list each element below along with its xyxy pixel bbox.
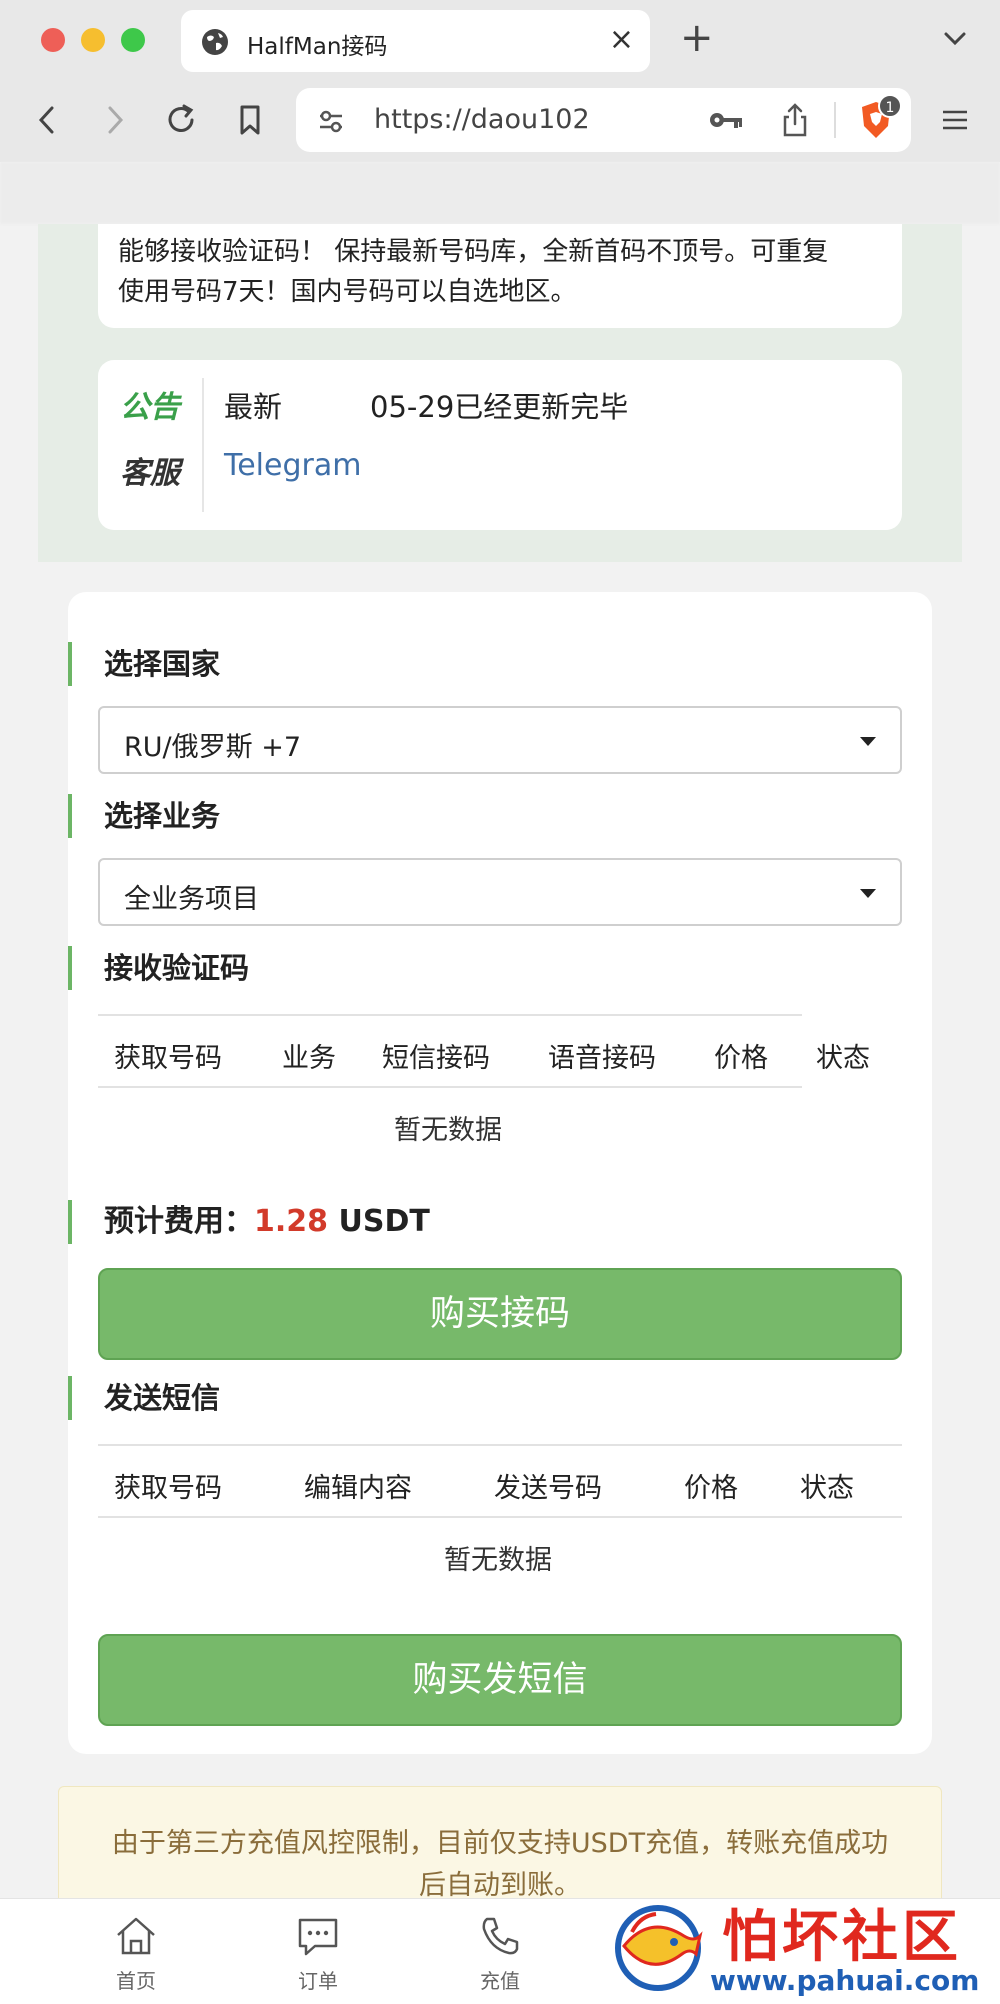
country-select-value: RU/俄罗斯 +7 <box>124 732 302 763</box>
send-section-title: 发送短信 <box>68 1376 220 1420</box>
th-voice-code: 语音接码 <box>548 1043 656 1074</box>
telegram-link[interactable]: Telegram <box>224 448 361 483</box>
browser-tab[interactable]: HalfMan接码 × <box>181 10 650 72</box>
service-select[interactable]: 全业务项目 <box>98 858 902 926</box>
send-empty-text: 暂无数据 <box>444 1545 552 1576</box>
chat-icon <box>298 1918 338 1956</box>
notice-key-announcement: 公告 <box>120 390 180 425</box>
fish-logo-icon <box>615 1905 703 1991</box>
warning-line-1: 由于第三方充值风控限制，目前仅支持USDT充值，转账充值成功 <box>111 1828 889 1859</box>
blurred-header <box>0 162 1000 224</box>
share-icon[interactable] <box>780 102 810 138</box>
receive-section-title: 接收验证码 <box>68 946 249 990</box>
new-tab-button[interactable]: + <box>680 14 714 62</box>
th-status: 状态 <box>800 1473 854 1504</box>
window-minimize-button[interactable] <box>81 28 105 52</box>
tab-recharge[interactable]: 充值 <box>430 1899 570 2004</box>
tab-close-icon[interactable]: × <box>609 22 634 58</box>
address-separator <box>834 102 836 138</box>
globe-icon <box>202 29 228 55</box>
th-get-number: 获取号码 <box>114 1473 222 1504</box>
notice-divider <box>202 378 204 512</box>
site-settings-icon[interactable] <box>316 106 346 136</box>
th-sms-code: 短信接码 <box>382 1043 490 1074</box>
watermark-url: www.pahuai.com <box>710 1964 980 1997</box>
address-bar[interactable]: https://daou102 1 <box>296 88 911 152</box>
bookmark-icon[interactable] <box>228 98 272 142</box>
watermark-title: 怕坏社区 <box>722 1904 962 1970</box>
tab-orders-label: 订单 <box>298 1969 338 1993</box>
reload-icon[interactable] <box>160 98 204 142</box>
country-section-title: 选择国家 <box>68 642 220 686</box>
key-icon[interactable] <box>708 108 744 132</box>
tab-orders[interactable]: 订单 <box>248 1899 388 2004</box>
home-icon <box>117 1917 155 1955</box>
th-status: 状态 <box>816 1043 870 1074</box>
th-get-number: 获取号码 <box>114 1043 222 1074</box>
country-select[interactable]: RU/俄罗斯 +7 <box>98 706 902 774</box>
intro-line-2: 使用号码7天！国内号码可以自选地区。 <box>118 277 577 307</box>
buy-sms-button[interactable]: 购买发短信 <box>98 1634 902 1726</box>
brave-badge: 1 <box>878 94 902 118</box>
notice-latest-label: 最新 <box>224 390 283 424</box>
tab-home-label: 首页 <box>116 1969 156 1993</box>
th-price: 价格 <box>684 1473 738 1504</box>
send-table-header: 获取号码 编辑内容 发送号码 价格 状态 <box>98 1444 902 1518</box>
notice-card: 公告 客服 最新 05-29已经更新完毕 Telegram <box>98 360 902 530</box>
intro-card: 能够接收验证码！ 保持最新号码库，全新首码不顶号。可重复 使用号码7天！国内号码… <box>98 224 902 328</box>
menu-icon[interactable] <box>940 106 970 134</box>
back-icon[interactable] <box>26 98 70 142</box>
main-card: 选择国家 RU/俄罗斯 +7 选择业务 全业务项目 接收验证码 获取号码 业务 … <box>68 592 932 1754</box>
th-price: 价格 <box>714 1043 768 1074</box>
browser-nav-bar: https://daou102 1 <box>0 80 1000 162</box>
cost-line: 预计费用：1.28 USDT <box>68 1200 430 1244</box>
chevron-down-icon[interactable] <box>940 26 970 50</box>
receive-empty-text: 暂无数据 <box>394 1115 502 1146</box>
receive-table-header: 获取号码 业务 短信接码 语音接码 价格 状态 <box>98 1014 870 1088</box>
notice-key-support: 客服 <box>120 456 180 491</box>
forward-icon[interactable] <box>92 98 136 142</box>
tab-recharge-label: 充值 <box>480 1969 520 1993</box>
window-close-button[interactable] <box>41 28 65 52</box>
tab-title: HalfMan接码 <box>247 34 388 60</box>
intro-line-1: 能够接收验证码！ 保持最新号码库，全新首码不顶号。可重复 <box>118 237 829 267</box>
watermark: 怕坏社区 www.pahuai.com <box>610 1892 1000 2004</box>
cost-label: 预计费用： <box>104 1204 254 1239</box>
service-section-title: 选择业务 <box>68 794 220 838</box>
th-send-number: 发送号码 <box>494 1473 602 1504</box>
caret-down-icon <box>860 737 876 746</box>
tab-home[interactable]: 首页 <box>66 1899 206 2004</box>
cost-value: 1.28 <box>254 1204 329 1239</box>
th-service: 业务 <box>282 1043 336 1074</box>
url-text[interactable]: https://daou102 <box>374 104 590 135</box>
phone-icon <box>482 1917 519 1955</box>
browser-tab-bar: HalfMan接码 × + <box>0 0 1000 80</box>
buy-code-button[interactable]: 购买接码 <box>98 1268 902 1360</box>
caret-down-icon <box>860 889 876 898</box>
service-select-value: 全业务项目 <box>124 884 259 915</box>
notice-latest-text: 05-29已经更新完毕 <box>370 390 629 424</box>
cost-unit: USDT <box>328 1204 430 1239</box>
th-edit-content: 编辑内容 <box>304 1473 412 1504</box>
window-zoom-button[interactable] <box>121 28 145 52</box>
